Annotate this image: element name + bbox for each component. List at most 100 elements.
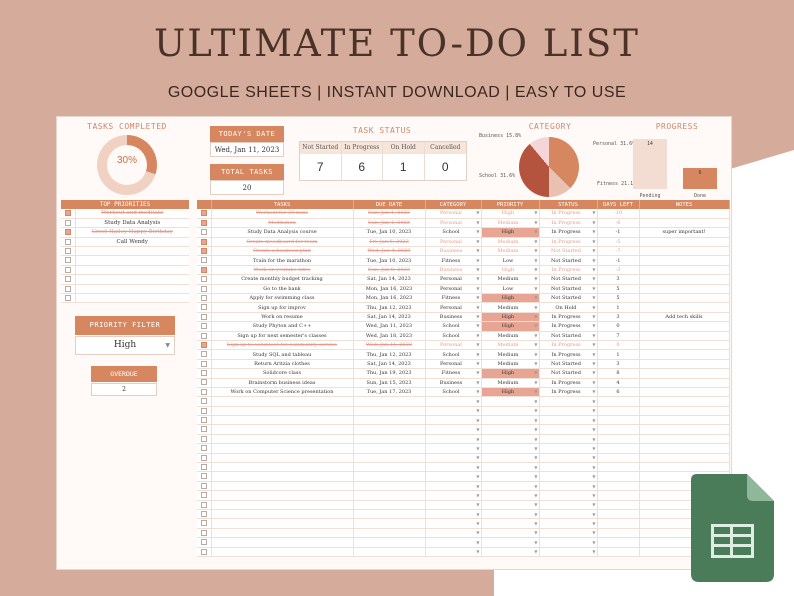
task-category[interactable]: School ▼ — [425, 349, 482, 360]
task-name[interactable]: Solidcore class — [211, 368, 354, 379]
task-notes[interactable] — [639, 321, 730, 332]
task-checkbox[interactable] — [197, 537, 212, 548]
priority-checkbox[interactable] — [61, 237, 75, 248]
task-checkbox[interactable] — [197, 293, 212, 304]
task-category[interactable]: Fitness ▼ — [425, 255, 482, 266]
task-name[interactable]: Create monthly budget tracking — [211, 274, 354, 285]
task-notes[interactable]: super important! — [639, 227, 730, 238]
task-category[interactable]: Business ▼ — [425, 246, 482, 257]
task-notes[interactable] — [639, 284, 730, 295]
task-category[interactable]: Fitness ▼ — [425, 368, 482, 379]
task-name[interactable]: Apply for swimming class — [211, 293, 354, 304]
task-due-date[interactable]: Wed, Jan 11, 2023 — [353, 321, 426, 332]
task-name[interactable]: Meditation — [211, 218, 354, 229]
task-name[interactable]: Train for the marathon — [211, 255, 354, 266]
priority-checkbox[interactable] — [61, 293, 75, 304]
task-checkbox[interactable] — [197, 547, 212, 557]
task-checkbox[interactable] — [197, 227, 212, 238]
task-priority[interactable]: High ▼ — [481, 387, 540, 398]
task-due-date[interactable]: Tue, Jan 10, 2023 — [353, 255, 426, 266]
task-due-date[interactable]: Sun, Jan 8, 2023 — [353, 265, 426, 276]
task-due-date[interactable]: Thu, Jan 12, 2023 — [353, 349, 426, 360]
task-category[interactable]: Business ▼ — [425, 312, 482, 323]
task-notes[interactable] — [639, 218, 730, 229]
task-category[interactable]: Business ▼ — [425, 265, 482, 276]
task-priority[interactable]: Medium ▼ — [481, 246, 540, 257]
task-checkbox[interactable] — [197, 434, 212, 445]
task-category[interactable]: School ▼ — [425, 321, 482, 332]
task-priority[interactable]: Low ▼ — [481, 255, 540, 266]
task-priority[interactable]: Medium ▼ — [481, 302, 540, 313]
task-status[interactable]: In Progress ▼ — [539, 387, 598, 398]
task-checkbox[interactable] — [197, 302, 212, 313]
priority-checkbox[interactable] — [61, 274, 75, 285]
task-checkbox[interactable] — [197, 528, 212, 539]
task-due-date[interactable]: Fri, Jan 6, 2023 — [353, 237, 426, 248]
task-category[interactable]: Personal ▼ — [425, 359, 482, 370]
task-notes[interactable] — [639, 246, 730, 257]
task-name[interactable]: Work on Computer Science presentation — [211, 387, 354, 398]
task-category[interactable]: Business ▼ — [425, 378, 482, 388]
task-notes[interactable]: Add tech skills — [639, 312, 730, 323]
task-due-date[interactable]: Tue, Jan 17, 2023 — [353, 387, 426, 398]
task-due-date[interactable]: Thu, Jan 19, 2023 — [353, 368, 426, 379]
task-due-date[interactable]: Sat, Jan 14, 2023 — [353, 274, 426, 285]
task-notes[interactable] — [639, 265, 730, 276]
task-priority[interactable]: Medium ▼ — [481, 349, 540, 360]
task-checkbox[interactable] — [197, 218, 212, 229]
task-checkbox[interactable] — [197, 255, 212, 266]
task-notes[interactable] — [639, 302, 730, 313]
task-checkbox[interactable] — [197, 396, 212, 407]
task-checkbox[interactable] — [197, 443, 212, 454]
task-notes[interactable] — [639, 368, 730, 379]
task-checkbox[interactable] — [197, 462, 212, 473]
task-notes[interactable] — [639, 387, 730, 398]
task-status[interactable]: On Hold ▼ — [539, 302, 598, 313]
task-notes[interactable] — [639, 293, 730, 304]
task-status[interactable]: In Progress ▼ — [539, 340, 598, 351]
priority-text[interactable]: Study Data Analysis — [74, 218, 189, 229]
task-category[interactable]: Fitness ▼ — [425, 293, 482, 304]
task-category[interactable]: Personal ▼ — [425, 209, 482, 219]
task-due-date[interactable]: Tue, Jan 10, 2023 — [353, 227, 426, 238]
task-status[interactable]: In Progress ▼ — [539, 265, 598, 276]
task-due-date[interactable]: Wed, Jan 11, 2023 — [353, 340, 426, 351]
task-checkbox[interactable] — [197, 359, 212, 370]
task-due-date[interactable]: Wed, Jan 4, 2023 — [353, 246, 426, 257]
task-priority[interactable]: Medium ▼ — [481, 331, 540, 341]
task-checkbox[interactable] — [197, 481, 212, 492]
task-due-date[interactable]: Sun, Jan 1, 2023 — [353, 218, 426, 229]
task-checkbox[interactable] — [197, 453, 212, 464]
task-status[interactable]: In Progress ▼ — [539, 209, 598, 219]
task-checkbox[interactable] — [197, 424, 212, 435]
priority-text[interactable]: Workout and meditate — [74, 209, 189, 219]
task-checkbox[interactable] — [197, 518, 212, 529]
task-checkbox[interactable] — [197, 321, 212, 332]
task-name[interactable]: Brainstorm business ideas — [211, 378, 354, 388]
task-notes[interactable] — [639, 255, 730, 266]
task-status[interactable]: Not Started ▼ — [539, 368, 598, 379]
task-notes[interactable] — [639, 340, 730, 351]
task-status[interactable]: In Progress ▼ — [539, 227, 598, 238]
task-category[interactable]: School ▼ — [425, 387, 482, 398]
task-name[interactable]: Work on resume — [211, 312, 354, 323]
task-notes[interactable] — [639, 378, 730, 388]
task-due-date[interactable]: Sun, Jan 15, 2023 — [353, 378, 426, 388]
task-priority[interactable]: High ▼ — [481, 321, 540, 332]
task-status[interactable]: Not Started ▼ — [539, 255, 598, 266]
priority-checkbox[interactable] — [61, 227, 75, 238]
priority-text[interactable]: Call Wendy — [74, 237, 189, 248]
task-priority[interactable]: High ▼ — [481, 265, 540, 276]
task-name[interactable]: Return Aritzia clothes — [211, 359, 354, 370]
task-checkbox[interactable] — [197, 471, 212, 482]
priority-checkbox[interactable] — [61, 255, 75, 266]
task-category[interactable]: Personal ▼ — [425, 274, 482, 285]
task-priority[interactable]: Medium ▼ — [481, 274, 540, 285]
task-checkbox[interactable] — [197, 415, 212, 426]
task-priority[interactable]: Medium ▼ — [481, 359, 540, 370]
priority-checkbox[interactable] — [61, 209, 75, 219]
task-status[interactable]: Not Started ▼ — [539, 293, 598, 304]
task-category[interactable]: Personal ▼ — [425, 340, 482, 351]
task-priority[interactable]: Medium ▼ — [481, 378, 540, 388]
task-checkbox[interactable] — [197, 509, 212, 520]
